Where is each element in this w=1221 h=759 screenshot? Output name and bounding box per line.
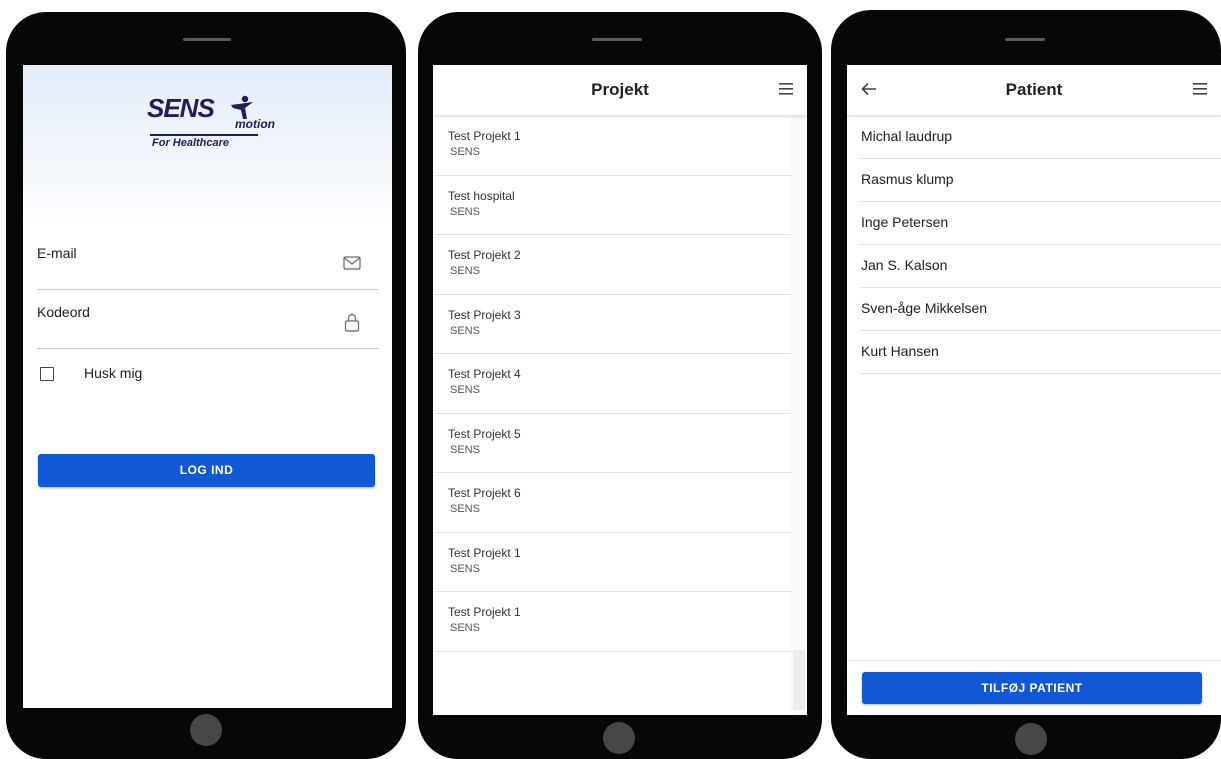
list-item[interactable]: Sven-åge Mikkelsen	[860, 288, 1221, 331]
menu-icon[interactable]	[779, 83, 793, 95]
project-title: Test Projekt 1	[448, 545, 521, 560]
home-button[interactable]	[1015, 723, 1047, 755]
app-bar: Projekt	[433, 65, 807, 116]
email-field[interactable]: E-mail	[37, 233, 378, 290]
scrollbar-thumb[interactable]	[793, 650, 805, 710]
project-title: Test hospital	[448, 188, 515, 203]
project-subtitle: SENS	[450, 443, 480, 456]
scrollbar[interactable]	[791, 116, 807, 715]
phone-projects: Projekt Test Projekt 1 SENS Test hospita…	[418, 12, 822, 759]
phone-speaker	[183, 38, 231, 41]
patient-name: Rasmus klump	[861, 171, 954, 187]
phone-speaker	[1005, 38, 1045, 41]
logo-sub: motion	[235, 117, 275, 131]
list-item[interactable]: Michal laudrup	[860, 116, 1221, 159]
mail-icon	[343, 256, 361, 270]
login-button[interactable]: LOG IND	[38, 454, 375, 487]
project-subtitle: SENS	[450, 384, 480, 396]
project-title: Test Projekt 2	[448, 248, 521, 262]
project-subtitle: SENS	[450, 146, 480, 158]
project-title: Test Projekt 5	[448, 426, 521, 441]
project-subtitle: SENS	[450, 562, 480, 575]
sens-motion-logo: SENS motion For Healthcare	[147, 93, 275, 153]
lock-icon	[344, 313, 360, 332]
list-item[interactable]: Test Projekt 4 SENS	[433, 354, 791, 414]
project-subtitle: SENS	[450, 324, 480, 337]
remember-me[interactable]: Husk mig	[40, 365, 240, 389]
add-patient-button[interactable]: TILFØJ PATIENT	[862, 672, 1202, 704]
project-title: Test Projekt 3	[448, 307, 521, 322]
project-subtitle: SENS	[450, 622, 480, 634]
remember-label: Husk mig	[84, 365, 143, 381]
patient-name: Inge Petersen	[861, 214, 949, 230]
project-title: Test Projekt 1	[448, 605, 521, 619]
list-item[interactable]: Rasmus klump	[860, 159, 1221, 202]
phone-patients: Patient Michal laudrup Rasmus klump Inge…	[831, 10, 1221, 759]
logo-divider	[150, 134, 258, 136]
phone-speaker	[592, 38, 642, 41]
list-item[interactable]: Test hospital SENS	[433, 176, 791, 235]
logo-brand: SENS	[147, 93, 215, 123]
list-item[interactable]: Test Projekt 2 SENS	[433, 235, 791, 295]
page-title: Projekt	[591, 80, 649, 99]
project-subtitle: SENS	[450, 205, 480, 218]
project-subtitle: SENS	[450, 503, 480, 515]
patient-name: Kurt Hansen	[861, 343, 939, 359]
menu-icon[interactable]	[1193, 83, 1207, 95]
remember-checkbox[interactable]	[40, 367, 54, 381]
home-button[interactable]	[190, 714, 222, 746]
list-item[interactable]: Kurt Hansen	[860, 331, 1221, 374]
home-button[interactable]	[603, 722, 635, 754]
list-item[interactable]: Test Projekt 3 SENS	[433, 295, 791, 354]
list-item[interactable]: Test Projekt 6 SENS	[433, 473, 791, 533]
patients-screen: Patient Michal laudrup Rasmus klump Inge…	[847, 65, 1221, 715]
project-title: Test Projekt 6	[448, 486, 521, 500]
logo-tagline: For Healthcare	[152, 137, 230, 149]
login-screen: SENS motion For Healthcare E-mail Kodeor…	[23, 65, 392, 708]
project-title: Test Projekt 4	[448, 367, 521, 381]
patient-name: Michal laudrup	[861, 128, 953, 144]
list-item[interactable]: Test Projekt 1 SENS	[433, 116, 791, 176]
page-title: Patient	[1005, 80, 1063, 99]
project-list: Test Projekt 1 SENS Test hospital SENS T…	[433, 116, 807, 652]
list-item[interactable]: Jan S. Kalson	[860, 245, 1221, 288]
list-item[interactable]: Test Projekt 1 SENS	[433, 533, 791, 592]
app-bar: Patient	[847, 65, 1221, 116]
email-label: E-mail	[37, 245, 77, 261]
patient-name: Sven-åge Mikkelsen	[861, 300, 988, 316]
project-subtitle: SENS	[450, 265, 480, 277]
list-item[interactable]: Inge Petersen	[860, 202, 1221, 245]
password-label: Kodeord	[37, 304, 90, 320]
list-item[interactable]: Test Projekt 5 SENS	[433, 414, 791, 473]
password-field[interactable]: Kodeord	[37, 292, 378, 349]
patient-name: Jan S. Kalson	[861, 257, 948, 273]
list-item[interactable]: Test Projekt 1 SENS	[433, 592, 791, 652]
patient-list: Michal laudrup Rasmus klump Inge Peterse…	[860, 116, 1221, 374]
project-title: Test Projekt 1	[448, 129, 521, 143]
phone-login: SENS motion For Healthcare E-mail Kodeor…	[6, 12, 406, 759]
projects-screen: Projekt Test Projekt 1 SENS Test hospita…	[433, 65, 807, 715]
